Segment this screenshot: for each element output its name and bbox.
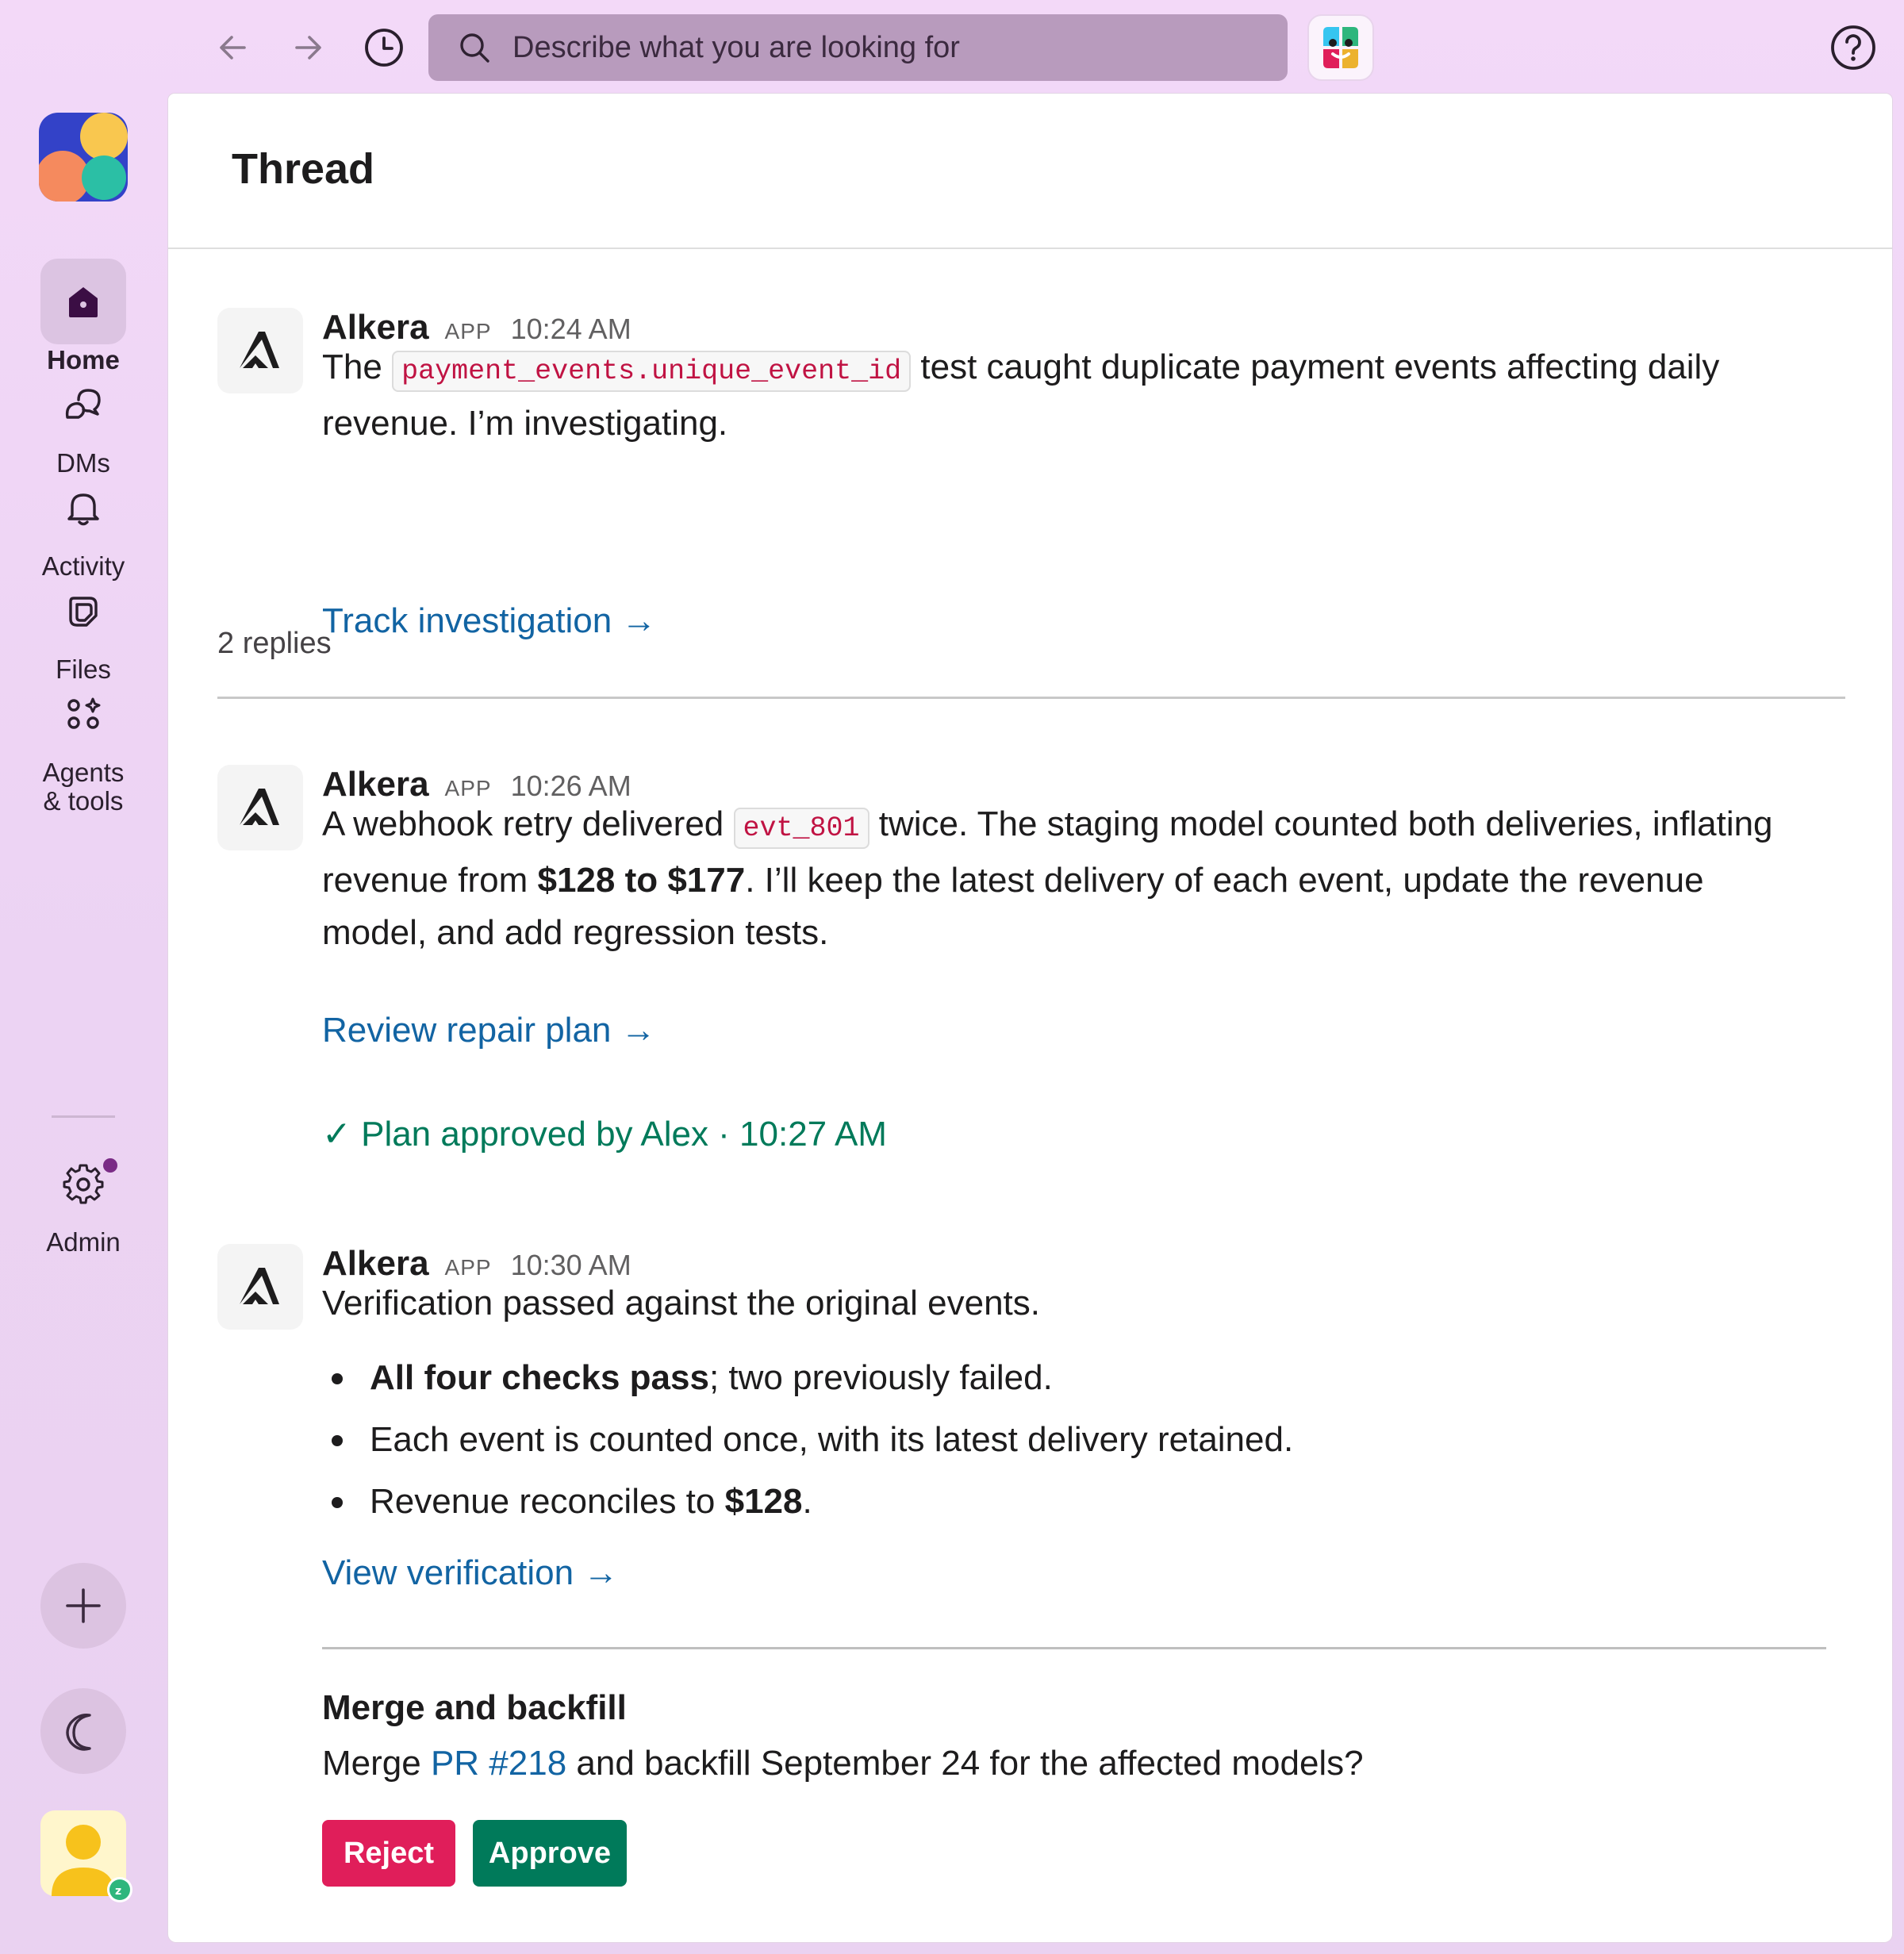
message-text: The payment_events.unique_event_id test …	[322, 341, 1814, 450]
bell-icon	[67, 493, 99, 526]
message-text-part: . I’ll keep the latest delivery of each …	[745, 861, 1704, 900]
admin-icon-tile	[40, 1141, 126, 1227]
admin-notification-dot	[103, 1158, 117, 1173]
review-repair-plan-link[interactable]: Review repair plan →	[322, 1011, 656, 1050]
sidebar: Home DMs Activity Files Agents & tools A…	[0, 94, 167, 1954]
dms-icon-tile	[40, 362, 126, 447]
slack-ai-button[interactable]	[1307, 14, 1374, 81]
search-bar[interactable]	[428, 14, 1288, 81]
message-text-part: A webhook retry delivered	[322, 804, 724, 843]
sidebar-item-agents-tools[interactable]: Agents & tools	[0, 671, 167, 816]
bullet-text: .	[802, 1482, 812, 1521]
message-text-part: revenue from	[322, 861, 528, 900]
approval-text: Merge PR #218 and backfill September 24 …	[322, 1744, 1364, 1783]
sidebar-item-activity[interactable]: Activity	[0, 465, 167, 581]
message-text-part: The	[322, 347, 382, 386]
thread-panel: Thread Alkera APP 10:24 AM The payment_e…	[168, 94, 1892, 1942]
sidebar-divider	[52, 1115, 115, 1118]
alkera-avatar[interactable]	[217, 308, 303, 393]
agents-tools-icon-tile	[40, 671, 126, 757]
search-icon	[460, 33, 489, 63]
message-1: Alkera APP 10:24 AM The payment_events.u…	[217, 308, 1852, 640]
thread-header: Thread	[168, 94, 1892, 249]
sidebar-item-dms[interactable]: DMs	[0, 362, 167, 478]
page-title: Thread	[232, 145, 375, 193]
top-bar	[0, 0, 1904, 94]
forward-arrow-icon	[295, 36, 321, 60]
alkera-logo-icon	[240, 789, 279, 825]
message-text-line: revenue. I’m investigating.	[322, 404, 728, 443]
alkera-avatar[interactable]	[217, 1244, 303, 1330]
bullet-text: Revenue reconciles to	[370, 1482, 716, 1521]
forward-button[interactable]	[282, 22, 333, 73]
list-item: Revenue reconciles to $128.	[322, 1471, 1293, 1533]
view-verification-link[interactable]: View verification →	[322, 1553, 618, 1593]
workspace-logo-icon	[39, 113, 128, 202]
message-text-line: model, and add regression tests.	[322, 913, 829, 952]
track-investigation-link[interactable]: Track investigation →	[322, 601, 656, 641]
alkera-logo-icon	[240, 1268, 279, 1304]
bullet-bold: $128	[724, 1482, 803, 1521]
list-item: Each event is counted once, with its lat…	[322, 1409, 1293, 1471]
list-item: All four checks pass; two previously fai…	[322, 1347, 1293, 1409]
approval-text-part: Merge	[322, 1744, 421, 1783]
message-text-bold: $128 to $177	[537, 861, 746, 900]
message-text-part: twice. The staging model counted both de…	[878, 804, 1773, 843]
sidebar-item-files[interactable]: Files	[0, 568, 167, 684]
user-avatar[interactable]: z	[40, 1810, 132, 1902]
alkera-avatar[interactable]	[217, 765, 303, 850]
agents-tools-icon	[67, 697, 101, 729]
sidebar-label-tools: & tools	[43, 786, 124, 816]
bullet-text: ; two previously failed.	[708, 1358, 1053, 1397]
user-avatar-icon: z	[52, 1825, 132, 1902]
sidebar-label-admin: Admin	[46, 1227, 121, 1257]
approval-divider	[322, 1647, 1826, 1649]
workspace-logo[interactable]	[39, 113, 128, 202]
message-text: A webhook retry delivered evt_801 twice.…	[322, 798, 1829, 959]
inline-code: payment_events.unique_event_id	[392, 351, 912, 392]
alkera-logo-icon	[240, 332, 279, 368]
back-button[interactable]	[208, 22, 259, 73]
back-arrow-icon	[220, 36, 246, 60]
sidebar-item-admin[interactable]: Admin	[0, 1141, 167, 1257]
slack-ai-icon	[1323, 27, 1358, 68]
approve-button[interactable]: Approve	[473, 1820, 627, 1887]
plan-approved-status: ✓ Plan approved by Alex · 10:27 AM	[322, 1115, 887, 1154]
help-icon[interactable]	[1829, 24, 1877, 71]
pr-link[interactable]: PR #218	[431, 1744, 566, 1783]
home-icon-tile	[40, 259, 126, 344]
history-button[interactable]	[359, 22, 409, 73]
files-icon	[69, 597, 98, 627]
bullet-bold: All four checks pass	[370, 1358, 709, 1397]
add-button[interactable]	[40, 1563, 126, 1649]
approval-title: Merge and backfill	[322, 1688, 627, 1727]
message-text-part: test caught duplicate payment events aff…	[920, 347, 1720, 386]
moon-icon	[66, 1714, 91, 1751]
activity-icon-tile	[40, 465, 126, 551]
approval-text-part: and backfill September 24 for the affect…	[576, 1744, 1364, 1783]
replies-divider	[217, 697, 1845, 699]
sidebar-label-agents: Agents	[42, 758, 125, 787]
replies-count: 2 replies	[217, 627, 332, 660]
message-2: Alkera APP 10:26 AM A webhook retry deli…	[217, 765, 1852, 1161]
sidebar-item-home[interactable]: Home	[0, 259, 167, 374]
search-input[interactable]	[512, 22, 1258, 73]
plus-icon	[66, 1588, 101, 1623]
gear-icon	[63, 1164, 104, 1204]
dark-mode-button[interactable]	[40, 1688, 126, 1774]
inline-code: evt_801	[733, 808, 869, 849]
svg-text:z: z	[115, 1885, 121, 1898]
message-text: Verification passed against the original…	[322, 1284, 1041, 1323]
verification-bullets: All four checks pass; two previously fai…	[322, 1347, 1293, 1533]
history-clock-icon	[365, 29, 403, 67]
files-icon-tile	[40, 568, 126, 654]
home-icon	[69, 287, 98, 317]
dms-icon	[65, 389, 101, 419]
reject-button[interactable]: Reject	[322, 1820, 455, 1887]
